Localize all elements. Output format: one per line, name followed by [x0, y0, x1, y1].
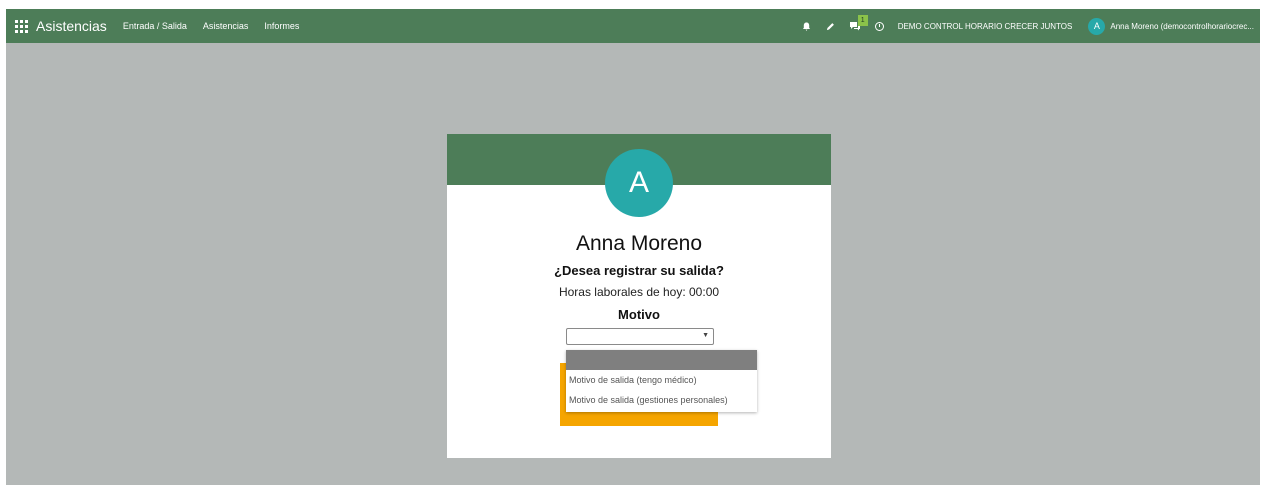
- bell-icon[interactable]: [799, 18, 815, 34]
- reason-dropdown: Motivo de salida (tengo médico) Motivo d…: [566, 350, 757, 412]
- dropdown-option-empty[interactable]: [566, 350, 757, 370]
- pencil-icon[interactable]: [823, 18, 839, 34]
- employee-avatar: A: [605, 149, 673, 217]
- chat-icon[interactable]: 1: [847, 15, 868, 34]
- reason-label: Motivo: [618, 307, 660, 322]
- dropdown-option-medico[interactable]: Motivo de salida (tengo médico): [566, 370, 757, 390]
- employee-name: Anna Moreno: [575, 232, 703, 255]
- check-out-card: A Anna Moreno ¿Desea registrar su salida…: [447, 134, 831, 458]
- app-title[interactable]: Asistencias: [36, 18, 107, 34]
- top-navbar: Asistencias Entrada / Salida Asistencias…: [6, 9, 1260, 43]
- dropdown-option-gestiones[interactable]: Motivo de salida (gestiones personales): [566, 390, 757, 410]
- messages-badge: 1: [857, 15, 868, 26]
- chevron-down-icon: ▼: [702, 332, 709, 339]
- apps-menu-icon[interactable]: [15, 19, 28, 33]
- app-window: Asistencias Entrada / Salida Asistencias…: [6, 9, 1260, 485]
- checkout-question: ¿Desea registrar su salida?: [554, 263, 724, 278]
- menu-asistencias[interactable]: Asistencias: [203, 21, 249, 31]
- company-switcher[interactable]: DEMO CONTROL HORARIO CRECER JUNTOS: [898, 22, 1073, 31]
- worked-hours: Horas laborales de hoy: 00:00: [558, 285, 720, 299]
- user-avatar[interactable]: A: [1088, 17, 1106, 35]
- menu-informes[interactable]: Informes: [264, 21, 299, 31]
- clock-icon[interactable]: [874, 21, 884, 31]
- user-menu[interactable]: Anna Moreno (democontrolhorariocrec...: [1110, 22, 1254, 31]
- reason-select[interactable]: ▼: [566, 328, 714, 345]
- menu-entrada-salida[interactable]: Entrada / Salida: [123, 21, 187, 31]
